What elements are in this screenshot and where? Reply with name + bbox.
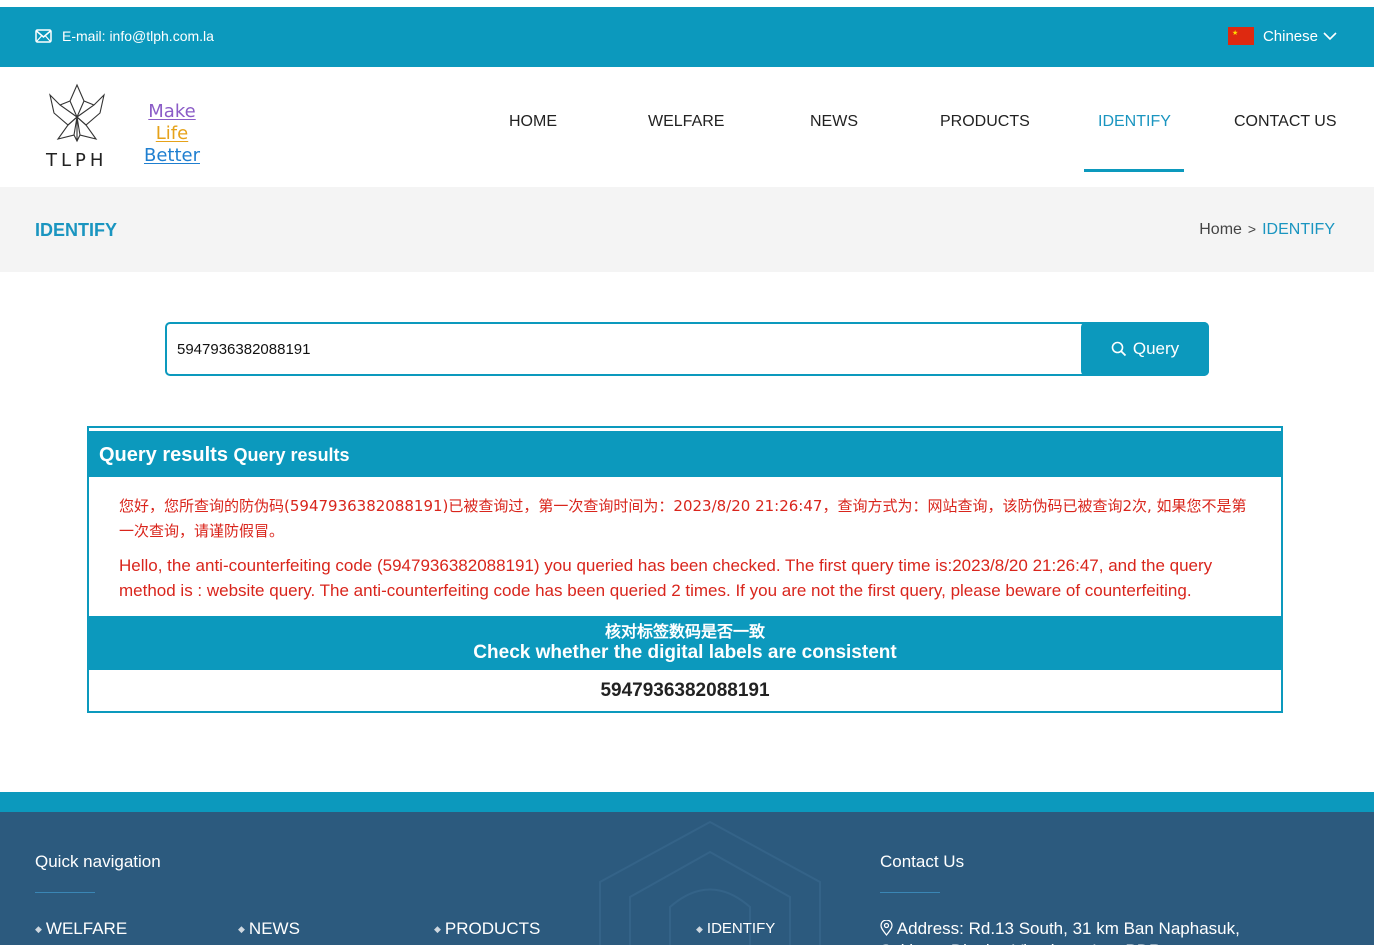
- check-label-en: Check whether the digital labels are con…: [473, 642, 897, 663]
- footer-link-label: NEWS: [248, 919, 300, 938]
- mail-icon: [35, 29, 52, 43]
- top-bar: E-mail: info@tlph.com.la ★ Chinese: [0, 7, 1374, 67]
- email-text: E-mail: info@tlph.com.la: [62, 28, 214, 44]
- china-flag-icon: ★: [1227, 27, 1254, 45]
- result-code: 5947936382088191: [600, 680, 770, 701]
- top-strip: [0, 0, 1374, 7]
- bullet-icon: ◆: [238, 924, 245, 935]
- nav-products[interactable]: PRODUCTS: [940, 113, 1030, 131]
- bullet-icon: ◆: [696, 923, 703, 934]
- bullet-icon: ◆: [434, 924, 441, 935]
- results-header: Query results Query results: [89, 431, 1281, 477]
- nav-active-indicator: [1084, 169, 1184, 172]
- nav-news[interactable]: NEWS: [810, 113, 858, 131]
- language-switcher[interactable]: ★ Chinese: [1227, 27, 1337, 45]
- breadcrumb-separator: >: [1247, 221, 1257, 237]
- nav-contact-us[interactable]: CONTACT US: [1234, 113, 1337, 131]
- footer-link-label: WELFARE: [45, 919, 128, 938]
- nav-identify[interactable]: IDENTIFY: [1098, 113, 1171, 131]
- quick-nav-title: Quick navigation: [35, 852, 161, 871]
- contact-email[interactable]: E-mail: info@tlph.com.la: [35, 28, 214, 44]
- query-results-panel: Query results Query results 您好，您所查询的防伪码(…: [87, 426, 1283, 713]
- footer-link-news[interactable]: ◆ NEWS: [238, 919, 300, 939]
- footer-link-label: IDENTIFY: [706, 920, 776, 937]
- nav-welfare[interactable]: WELFARE: [648, 113, 724, 131]
- footer-top-band: [0, 792, 1374, 812]
- code-search-box: Query: [165, 322, 1209, 376]
- results-subtitle: Query results: [233, 445, 350, 465]
- result-message-zh: 您好，您所查询的防伪码(5947936382088191)已被查询过，第一次查询…: [119, 497, 1247, 540]
- footer-link-welfare[interactable]: ◆ WELFARE: [35, 919, 127, 939]
- results-title: Query results: [99, 444, 228, 466]
- footer-link-products[interactable]: ◆ PRODUCTS: [434, 919, 540, 939]
- quick-nav-divider: [35, 892, 95, 893]
- bullet-icon: ◆: [35, 924, 42, 935]
- result-message-en: Hello, the anti-counterfeiting code (594…: [119, 556, 1213, 600]
- address-text: Address: Rd.13 South, 31 km Ban Naphasuk…: [880, 919, 1240, 945]
- page-title-bar: IDENTIFY Home > IDENTIFY: [0, 187, 1374, 272]
- check-label-zh: 核对标签数码是否一致: [604, 622, 765, 641]
- site-header: TLPH Make Life Better HOME WELFARE NEWS …: [0, 67, 1374, 187]
- code-search-input[interactable]: [177, 337, 1057, 361]
- footer-link-label: PRODUCTS: [444, 919, 541, 938]
- site-footer: Quick navigation Contact Us ◆ WELFARE ◆ NE…: [0, 792, 1374, 945]
- contact-divider: [880, 892, 940, 893]
- query-button-label: Query: [1132, 339, 1180, 358]
- breadcrumb: Home > IDENTIFY: [1199, 221, 1335, 239]
- language-label: Chinese: [1262, 27, 1318, 45]
- contact-address: Address: Rd.13 South, 31 km Ban Naphasuk…: [880, 918, 1280, 945]
- query-button[interactable]: Query: [1081, 322, 1209, 376]
- main-nav: HOME WELFARE NEWS PRODUCTS IDENTIFY CONT…: [0, 67, 1374, 187]
- search-icon: [1111, 341, 1126, 357]
- location-pin-icon: [880, 919, 893, 936]
- chevron-down-icon: [1323, 31, 1337, 40]
- contact-title: Contact Us: [880, 852, 965, 871]
- breadcrumb-current: IDENTIFY: [1262, 221, 1335, 238]
- footer-link-identify[interactable]: ◆ IDENTIFY: [696, 920, 775, 937]
- nav-home[interactable]: HOME: [509, 113, 557, 131]
- page-title: IDENTIFY: [35, 220, 118, 240]
- breadcrumb-home[interactable]: Home: [1199, 221, 1242, 238]
- label-check-bar: 核对标签数码是否一致 Check whether the digital lab…: [89, 616, 1281, 670]
